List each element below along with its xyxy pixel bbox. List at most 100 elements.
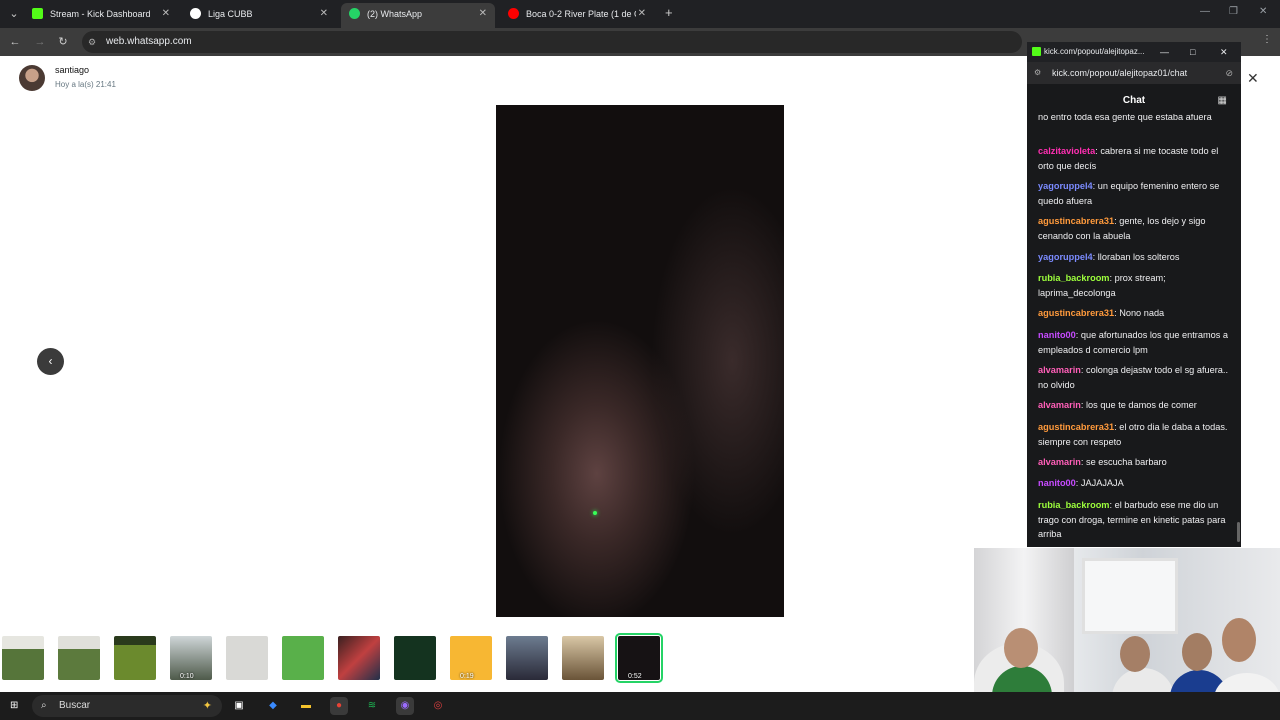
users-icon[interactable]: ▦ [1218, 84, 1227, 118]
tab-boca-river[interactable]: Boca 0-2 River Plate (1 de Oct ✕ [500, 3, 654, 25]
sender-time: Hoy a la(s) 21:41 [55, 80, 116, 89]
chat-message: calzitavioleta: cabrera si me tocaste to… [1038, 146, 1219, 171]
chat-header: Chat ▦ [1027, 84, 1241, 112]
kick-chat-popout: kick.com/popout/alejitopaz... — □ ✕ ⚙ ki… [1027, 42, 1241, 547]
chat-message-text: los que te damos de comer [1086, 400, 1197, 410]
close-tab-icon[interactable]: ✕ [479, 3, 487, 25]
webcam-person-head [1222, 618, 1256, 662]
obs-icon[interactable]: ◎ [429, 697, 447, 715]
webcam-person-head [1120, 636, 1150, 672]
chat-scrollbar[interactable] [1237, 522, 1240, 542]
media-thumbnail[interactable] [506, 636, 548, 680]
webcam-person-head [1004, 628, 1038, 668]
chat-username[interactable]: yagoruppel4 [1038, 252, 1093, 262]
popout-titlebar: kick.com/popout/alejitopaz... — □ ✕ [1027, 42, 1241, 62]
tab-whatsapp[interactable]: (2) WhatsApp ✕ [341, 3, 495, 28]
media-thumbnail[interactable] [58, 636, 100, 680]
windows-start-icon[interactable]: ⊞ [10, 700, 22, 712]
new-tab-icon[interactable]: + [665, 5, 673, 20]
file-explorer-icon[interactable]: ▬ [297, 697, 315, 715]
spotify-icon[interactable]: ≋ [363, 697, 381, 715]
chat-username[interactable]: yagoruppel4 [1038, 181, 1093, 191]
webcam-person-head [1182, 633, 1212, 671]
chat-message-text: se escucha barbaro [1086, 457, 1167, 467]
chat-username[interactable]: nanito00 [1038, 330, 1076, 340]
media-thumbnail[interactable] [282, 636, 324, 680]
chat-messages: no entro toda esa gente que estaba afuer… [1038, 114, 1234, 544]
back-icon[interactable]: ← [7, 34, 23, 50]
avatar[interactable] [19, 65, 45, 91]
browser-tab-strip: ⌄ Stream - Kick Dashboard ✕ Liga CUBB ✕ … [0, 0, 1280, 28]
chat-message: yagoruppel4: un equipo femenino entero s… [1038, 181, 1220, 206]
tab-kick-dashboard[interactable]: Stream - Kick Dashboard ✕ [24, 3, 178, 25]
eye-slash-icon[interactable]: ⊘ [1225, 62, 1233, 84]
chrome-icon[interactable]: ● [330, 697, 348, 715]
minimize-icon[interactable]: — [1200, 6, 1210, 17]
media-video[interactable] [496, 105, 784, 617]
chat-username[interactable]: agustincabrera31 [1038, 422, 1114, 432]
close-tab-icon[interactable]: ✕ [162, 3, 170, 25]
maximize-icon[interactable]: □ [1190, 42, 1195, 62]
close-icon[interactable]: ✕ [1247, 70, 1259, 87]
minimize-icon[interactable]: — [1160, 42, 1169, 62]
media-thumbnail[interactable] [2, 636, 44, 680]
media-thumbnail[interactable] [114, 636, 156, 680]
kick-icon [1032, 47, 1041, 56]
thumbnail-duration: 0:10 [180, 673, 194, 680]
close-tab-icon[interactable]: ✕ [638, 3, 646, 25]
popout-url-bar[interactable]: ⚙ kick.com/popout/alejitopaz01/chat ⊘ [1027, 62, 1241, 84]
media-thumbnail[interactable] [394, 636, 436, 680]
chat-message: nanito00: JAJAJAJA [1038, 478, 1124, 488]
copilot-icon[interactable]: ◆ [264, 697, 282, 715]
chat-message: rubia_backroom: el barbudo ese me dio un… [1038, 500, 1226, 539]
forward-icon[interactable]: → [32, 34, 48, 50]
chat-message: alvamarin: se escucha barbaro [1038, 457, 1167, 467]
chat-username[interactable]: alvamarin [1038, 400, 1081, 410]
webcam-window [1082, 558, 1178, 634]
media-thumbnail[interactable] [338, 636, 380, 680]
chat-username[interactable]: calzitavioleta [1038, 146, 1095, 156]
previous-media-button[interactable]: ‹ [37, 348, 64, 375]
chat-username[interactable]: alvamarin [1038, 365, 1081, 375]
chat-message: no entro toda esa gente que estaba afuer… [1038, 114, 1234, 125]
windows-taskbar: ⊞ ⌕ Buscar ✦ ▣ ◆ ▬ ● ≋ ◉ ◎ [0, 692, 1280, 720]
chat-username[interactable]: rubia_backroom [1038, 273, 1109, 283]
youtube-icon [508, 8, 519, 19]
close-tab-icon[interactable]: ✕ [320, 3, 328, 25]
task-view-icon[interactable]: ▣ [230, 697, 248, 715]
maximize-icon[interactable]: ❐ [1229, 6, 1238, 17]
chat-message: nanito00: que afortunados los que entram… [1038, 330, 1228, 355]
chat-username[interactable]: rubia_backroom [1038, 500, 1109, 510]
reload-icon[interactable]: ↻ [55, 34, 71, 50]
chat-title: Chat [1122, 95, 1146, 106]
chat-username[interactable]: agustincabrera31 [1038, 216, 1114, 226]
media-thumbnail[interactable]: 0:19 [450, 636, 492, 680]
tab-title: Stream - Kick Dashboard [50, 9, 151, 19]
chat-message-text: JAJAJAJA [1080, 478, 1124, 488]
address-bar[interactable]: ⚙ web.whatsapp.com [82, 31, 1022, 53]
green-light [593, 511, 597, 515]
site-info-icon[interactable]: ⚙ [1034, 62, 1041, 84]
close-icon[interactable]: ✕ [1220, 42, 1228, 62]
close-window-icon[interactable]: ✕ [1259, 6, 1267, 17]
taskbar-search[interactable]: ⌕ Buscar ✦ [32, 695, 222, 717]
thumbnail-duration: 0:19 [460, 673, 474, 680]
tab-search-chevron-icon[interactable]: ⌄ [6, 6, 22, 22]
chat-username[interactable]: nanito00 [1038, 478, 1076, 488]
whatsapp-icon [349, 8, 360, 19]
chat-username[interactable]: agustincabrera31 [1038, 308, 1114, 318]
browser-menu-icon[interactable]: ⋮ [1262, 34, 1272, 45]
tab-liga-cubb[interactable]: Liga CUBB ✕ [182, 3, 336, 25]
streamlabs-icon[interactable]: ◉ [396, 697, 414, 715]
sender-name: santiago [55, 65, 90, 75]
media-thumbnail-active[interactable]: 0:52 [615, 633, 663, 683]
site-info-icon[interactable]: ⚙ [88, 31, 96, 53]
chat-username[interactable]: alvamarin [1038, 457, 1081, 467]
url-text: web.whatsapp.com [106, 36, 192, 47]
media-thumbnail[interactable] [562, 636, 604, 680]
media-thumbnail[interactable] [226, 636, 268, 680]
chat-message-text: no entro toda esa gente que estaba afuer… [1038, 114, 1212, 122]
search-icon: ⌕ [41, 700, 47, 711]
media-thumbnail[interactable]: 0:10 [170, 636, 212, 680]
search-placeholder: Buscar [59, 700, 91, 711]
